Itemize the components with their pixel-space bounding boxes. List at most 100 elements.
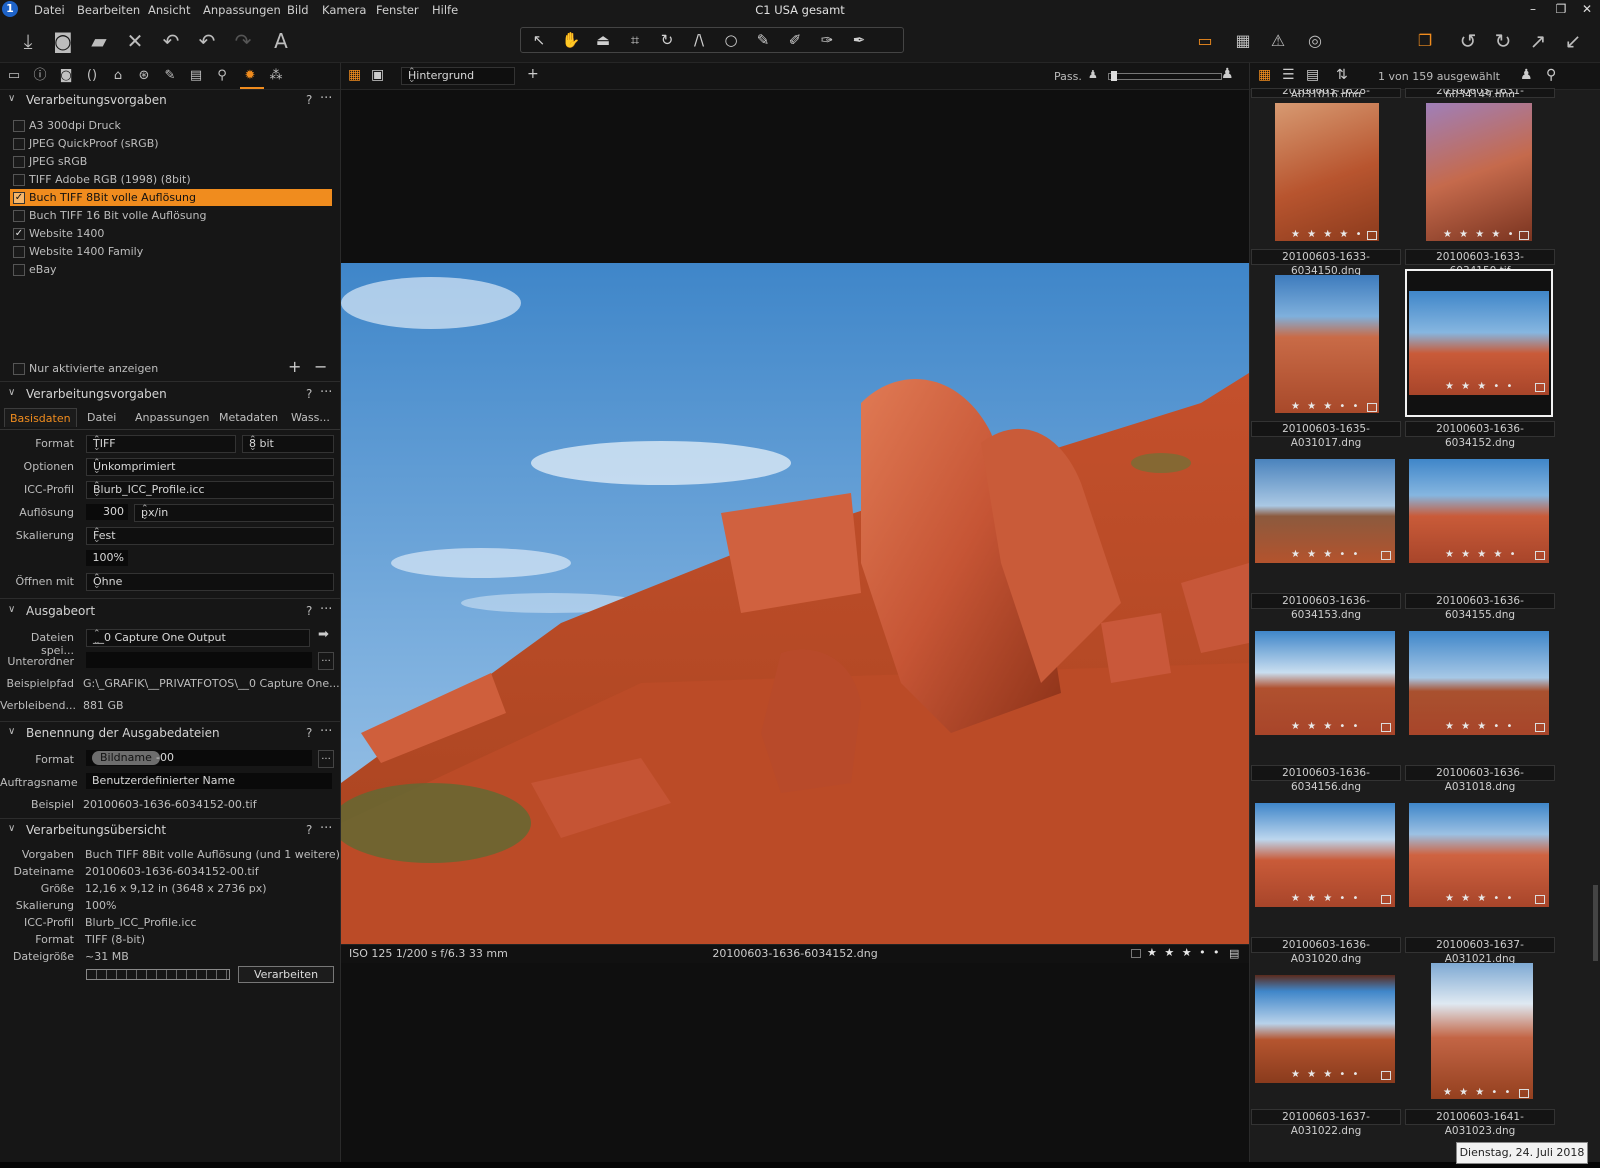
color-tab-icon[interactable]: ⊛ <box>134 67 154 85</box>
thumbnail[interactable]: ★ ★ ★ ★ • 20100603-1633-6034150.dng <box>1251 103 1401 277</box>
browser-scrollbar-thumb[interactable] <box>1593 885 1598 961</box>
sort-icon[interactable]: ⇅ <box>1336 67 1348 83</box>
recipe-item[interactable]: TIFF Adobe RGB (1998) (8bit) <box>10 171 332 188</box>
help-icon[interactable]: ? <box>306 93 312 107</box>
resolution-unit-dropdown[interactable]: px/in ⌃ ⌄ <box>134 504 334 522</box>
lens-tab-icon[interactable]: () <box>82 67 102 85</box>
annotation-icon[interactable] <box>1535 383 1545 392</box>
process-button[interactable]: Verarbeiten <box>238 966 334 983</box>
filmstrip-view-icon[interactable]: ▤ <box>1306 67 1319 83</box>
delete-icon[interactable]: ✕ <box>122 28 148 54</box>
edit-selected-icon[interactable]: ▭ <box>1192 28 1218 54</box>
recipe-checkbox[interactable] <box>13 264 25 276</box>
thumbnail[interactable]: ★ ★ ★ • • 20100603-1641-A031023.dng <box>1405 963 1555 1137</box>
camera-icon[interactable]: ◙ <box>50 28 76 54</box>
show-active-checkbox[interactable] <box>13 363 25 375</box>
metadata-tab-icon[interactable]: ▤ <box>186 67 206 85</box>
search-icon[interactable]: ⚲ <box>1546 67 1556 83</box>
more-options-icon[interactable]: ··· <box>320 821 332 836</box>
chevron-down-icon[interactable]: ∨ <box>8 604 15 615</box>
recipe-checkbox[interactable] <box>13 246 25 258</box>
close-window-icon[interactable]: ✕ <box>1576 2 1598 18</box>
undo-all-icon[interactable]: ↶ <box>158 28 184 54</box>
composition-tab-icon[interactable]: ⌂ <box>108 67 128 85</box>
recipe-item[interactable]: eBay <box>10 261 332 278</box>
info-tab-icon[interactable]: ⓘ <box>30 67 50 85</box>
pan-hand-icon[interactable]: ✋ <box>557 29 585 51</box>
help-icon[interactable]: ? <box>306 823 312 837</box>
keystone-icon[interactable]: /\ <box>685 29 713 51</box>
spot-removal-icon[interactable]: ○ <box>717 29 745 51</box>
more-options-icon[interactable]: ··· <box>320 602 332 617</box>
annotation-icon[interactable] <box>1519 231 1529 240</box>
recipe-checkbox[interactable]: ✓ <box>13 228 25 240</box>
resolution-input[interactable]: 300 <box>86 504 128 520</box>
multi-view-toggle-icon[interactable]: ▦ <box>348 67 361 83</box>
recipe-checkbox[interactable] <box>13 210 25 222</box>
scaling-dropdown[interactable]: Fest ⌃ ⌄ <box>86 527 334 545</box>
thumbnail[interactable]: ★ ★ ★ • • 20100603-1636-6034153.dng <box>1251 447 1401 621</box>
slider-handle[interactable] <box>1111 71 1117 81</box>
grid-icon[interactable]: ▦ <box>1230 28 1256 54</box>
thumbnail-selected[interactable]: ★ ★ ★ • • 20100603-1636-6034152.dng <box>1405 269 1555 449</box>
chevron-down-icon[interactable]: ∨ <box>8 726 15 737</box>
multi-view-icon[interactable]: ❐ <box>1412 28 1438 54</box>
thumbnail-stars[interactable]: ★ ★ ★ ★ • <box>1291 229 1363 240</box>
main-image-viewer[interactable] <box>341 263 1249 944</box>
recipe-item[interactable]: ✓ Website 1400 <box>10 225 332 242</box>
tab-anpassungen[interactable]: Anpassungen <box>130 410 214 425</box>
add-recipe-icon[interactable]: + <box>288 357 301 376</box>
eraser-icon[interactable]: ✐ <box>781 29 809 51</box>
layer-dropdown[interactable]: Hintergrund ⌃ ⌄ <box>401 67 515 85</box>
annotation-icon[interactable] <box>1535 723 1545 732</box>
help-icon[interactable]: ? <box>306 604 312 618</box>
help-icon[interactable]: ? <box>306 387 312 401</box>
thumbnail-stars[interactable]: ★ ★ ★ • • <box>1291 549 1360 560</box>
picker-icon[interactable]: ✑ <box>813 29 841 51</box>
format-dropdown[interactable]: TIFF ⌃ ⌄ <box>86 435 236 453</box>
color-tag-box[interactable] <box>1131 949 1141 958</box>
viewer-rating-stars[interactable]: ★ ★ ★ • • <box>1147 946 1222 959</box>
local-adjust-tab-icon[interactable]: ✎ <box>160 67 180 85</box>
annotation-icon[interactable] <box>1381 551 1391 560</box>
annotation-icon[interactable]: ▤ <box>1229 947 1239 960</box>
chevron-down-icon[interactable]: ∨ <box>8 93 15 104</box>
undo-icon[interactable]: ↶ <box>194 28 220 54</box>
tab-basisdaten[interactable]: Basisdaten <box>4 408 77 427</box>
thumbnail-stars[interactable]: ★ ★ ★ • • <box>1291 1069 1360 1080</box>
recipe-checkbox[interactable] <box>13 138 25 150</box>
select-cursor-icon[interactable]: ↖ <box>525 29 553 51</box>
more-options-icon[interactable]: ··· <box>320 91 332 106</box>
more-options-icon[interactable]: ··· <box>320 385 332 400</box>
redo-icon[interactable]: ↷ <box>230 28 256 54</box>
naming-token[interactable]: Bildname <box>92 751 160 765</box>
pass-slider[interactable] <box>1108 71 1222 81</box>
thumbnail[interactable]: ★ ★ ★ • • 20100603-1637-A031021.dng <box>1405 791 1555 965</box>
annotation-icon[interactable] <box>1535 551 1545 560</box>
job-name-input[interactable]: Benutzerdefinierter Name <box>86 773 332 789</box>
minimize-icon[interactable]: – <box>1522 2 1544 18</box>
recipe-item[interactable]: Website 1400 Family <box>10 243 332 260</box>
output-tab-icon[interactable]: ✹ <box>240 67 260 85</box>
recipes-section-header[interactable]: ∨ Verarbeitungsvorgaben ? ··· <box>0 89 340 111</box>
remove-recipe-icon[interactable]: − <box>314 357 327 376</box>
annotation-icon[interactable] <box>1519 1089 1529 1098</box>
thumbnail-stars[interactable]: ★ ★ ★ • • <box>1445 381 1514 392</box>
text-tool-icon[interactable]: A <box>268 28 294 54</box>
save-to-dropdown[interactable]: __0 Capture One Output ⌃ ⌄ <box>86 629 310 647</box>
open-folder-arrow-icon[interactable]: ➡ <box>318 627 329 642</box>
recipe-checkbox[interactable] <box>13 174 25 186</box>
annotate-icon[interactable]: ✒ <box>845 29 873 51</box>
thumbnail-stars[interactable]: ★ ★ ★ ★ • <box>1445 549 1517 560</box>
tab-metadaten[interactable]: Metadaten <box>214 410 283 425</box>
thumbnail-stars[interactable]: ★ ★ ★ • • <box>1445 721 1514 732</box>
collapse-icon[interactable]: ↙ <box>1560 28 1586 54</box>
recipe-item[interactable]: JPEG sRGB <box>10 153 332 170</box>
process-summary-header[interactable]: ∨ Verarbeitungsübersicht ? ··· <box>0 819 340 841</box>
annotation-icon[interactable] <box>1367 403 1377 412</box>
icc-dropdown[interactable]: Blurb_ICC_Profile.icc ⌃ ⌄ <box>86 481 334 499</box>
options-dropdown[interactable]: Unkomprimiert ⌃ ⌄ <box>86 458 334 476</box>
add-layer-icon[interactable]: + <box>527 66 539 82</box>
recipe-settings-header[interactable]: ∨ Verarbeitungsvorgaben ? ··· <box>0 383 340 405</box>
list-view-icon[interactable]: ☰ <box>1282 67 1295 83</box>
